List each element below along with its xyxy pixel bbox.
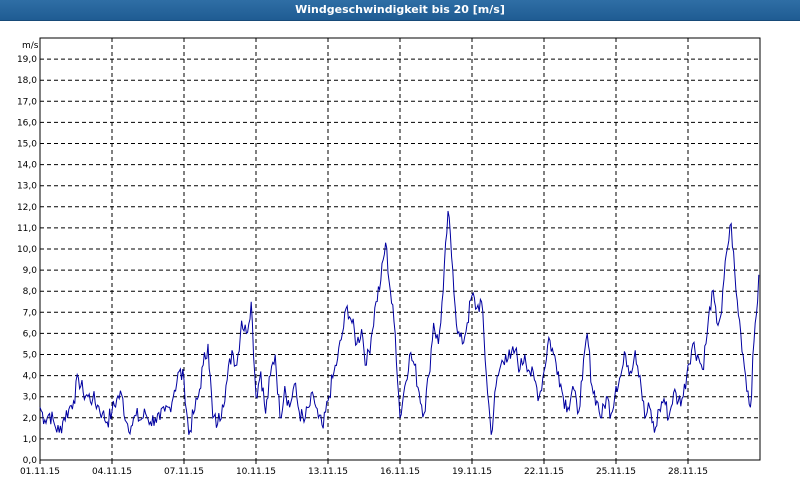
y-tick-label: 8,0 (23, 287, 38, 297)
y-tick-label: 4,0 (23, 372, 38, 382)
chart-window: Windgeschwindigkeit bis 20 [m/s] 0,0 1,0 2… (0, 0, 800, 500)
y-tick-label: 11,0 (17, 224, 37, 234)
x-tick-label: 28.11.15 (668, 467, 708, 477)
x-tick-label: 25.11.15 (596, 467, 636, 477)
x-tick-label: 01.11.15 (20, 467, 60, 477)
line-chart: 0,0 1,0 2,0 3,0 4,0 5,0 6,0 7,0 8,0 9,0 10,0 11,0 12… (17, 37, 761, 477)
x-tick-label: 07.11.15 (164, 467, 204, 477)
y-tick-label: 19,0 (17, 55, 37, 65)
y-axis-unit-label: m/s (22, 41, 39, 51)
y-tick-label: 16,0 (17, 118, 37, 128)
y-tick-label: 1,0 (23, 435, 38, 445)
y-tick-label: 0,0 (23, 456, 38, 466)
y-tick-label: 15,0 (17, 140, 37, 150)
y-tick-label: 2,0 (23, 414, 38, 424)
y-tick-label: 9,0 (23, 266, 38, 276)
y-tick-label: 18,0 (17, 76, 37, 86)
x-tick-label: 04.11.15 (92, 467, 132, 477)
grid-lines (40, 38, 760, 460)
y-tick-label: 5,0 (23, 351, 38, 361)
y-tick-label: 13,0 (17, 182, 37, 192)
x-tick-label: 10.11.15 (236, 467, 276, 477)
y-tick-label: 3,0 (23, 393, 38, 403)
x-tick-label: 16.11.15 (380, 467, 420, 477)
x-tick-label: 19.11.15 (452, 467, 492, 477)
x-axis-ticks: 01.11.15 04.11.15 07.11.15 10.11.15 13.11.15… (20, 460, 708, 477)
y-axis-ticks: 0,0 1,0 2,0 3,0 4,0 5,0 6,0 7,0 8,0 9,0 10,0 11,0 12… (17, 55, 37, 466)
y-tick-label: 7,0 (23, 308, 38, 318)
x-tick-label: 13.11.15 (308, 467, 348, 477)
y-tick-label: 17,0 (17, 97, 37, 107)
y-tick-label: 12,0 (17, 203, 37, 213)
y-tick-label: 14,0 (17, 161, 37, 171)
y-tick-label: 10,0 (17, 245, 37, 255)
y-tick-label: 6,0 (23, 329, 38, 339)
x-tick-label: 22.11.15 (524, 467, 564, 477)
